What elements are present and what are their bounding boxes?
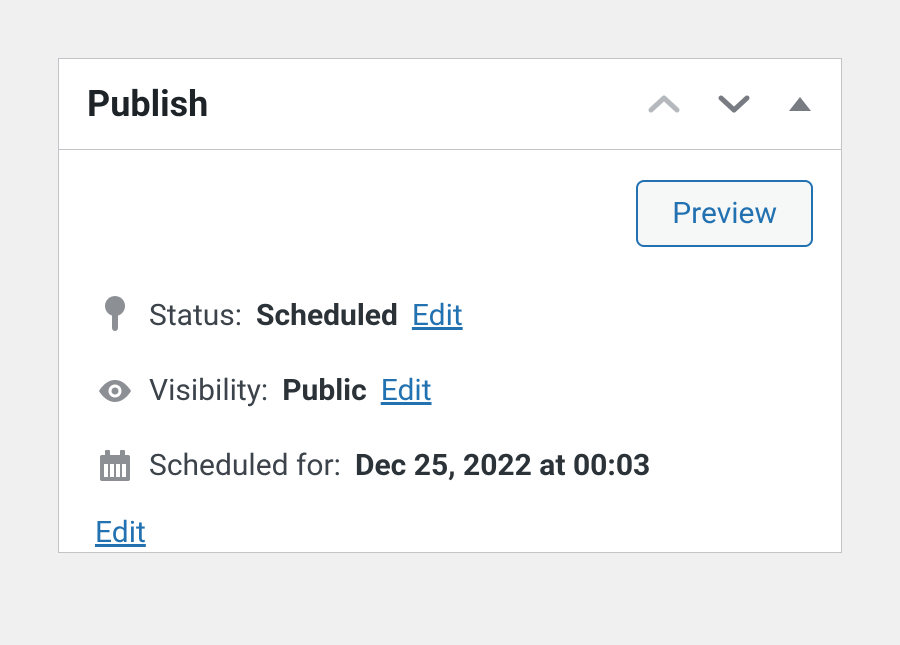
visibility-row: Visibility: Public Edit	[95, 371, 805, 410]
scheduled-value: Dec 25, 2022 at 00:03	[355, 446, 650, 485]
move-down-icon[interactable]	[717, 93, 751, 115]
visibility-value: Public	[282, 371, 367, 410]
publish-rows: Status: Scheduled Edit Visibility: Publi…	[59, 257, 841, 552]
visibility-label: Visibility:	[149, 371, 268, 410]
eye-icon	[95, 378, 135, 404]
pin-icon	[95, 295, 135, 335]
panel-title: Publish	[87, 83, 631, 125]
status-value: Scheduled	[256, 296, 398, 335]
calendar-icon	[95, 448, 135, 484]
edit-visibility-link[interactable]: Edit	[381, 371, 432, 410]
collapse-panel-icon[interactable]	[787, 95, 813, 113]
status-label: Status:	[149, 296, 242, 335]
publish-panel: Publish Preview Status: Scheduled Edit	[58, 58, 842, 553]
preview-row: Preview	[59, 150, 841, 257]
panel-header: Publish	[59, 59, 841, 150]
status-row: Status: Scheduled Edit	[95, 295, 805, 335]
move-up-icon[interactable]	[647, 93, 681, 115]
edit-scheduled-link[interactable]: Edit	[95, 513, 146, 552]
edit-status-link[interactable]: Edit	[412, 296, 463, 335]
scheduled-row: Scheduled for: Dec 25, 2022 at 00:03 Edi…	[95, 446, 805, 552]
scheduled-label: Scheduled for:	[149, 446, 341, 485]
panel-header-controls	[647, 93, 813, 115]
preview-button[interactable]: Preview	[636, 180, 813, 247]
